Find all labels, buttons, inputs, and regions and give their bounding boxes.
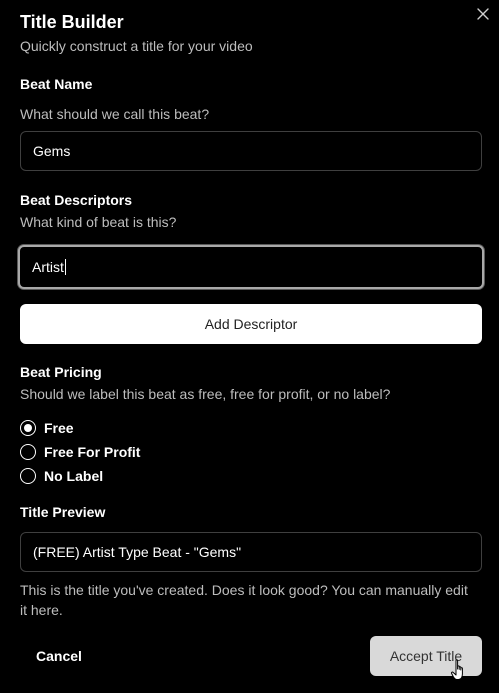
beat-descriptor-input[interactable]: Artist (18, 245, 484, 289)
beat-descriptors-label: Beat Descriptors (20, 192, 133, 208)
close-icon (477, 8, 489, 20)
title-preview-input[interactable]: (FREE) Artist Type Beat - "Gems" (20, 532, 482, 572)
beat-name-label: Beat Name (20, 76, 93, 92)
beat-descriptors-help: What kind of beat is this? (20, 214, 177, 230)
dialog-subtitle: Quickly construct a title for your video (20, 38, 253, 54)
text-caret (64, 259, 66, 275)
title-preview-value: (FREE) Artist Type Beat - "Gems" (33, 544, 242, 560)
beat-name-input[interactable]: Gems (20, 131, 482, 171)
dialog-title: Title Builder (20, 12, 124, 32)
radio-selected[interactable] (20, 420, 36, 436)
accept-title-button[interactable]: Accept Title (370, 636, 482, 676)
radio-unselected[interactable] (20, 468, 36, 484)
pricing-option-no-label[interactable]: No Label (20, 466, 103, 486)
beat-descriptor-value: Artist (32, 259, 64, 275)
pricing-option-free-for-profit[interactable]: Free For Profit (20, 442, 140, 462)
add-descriptor-button[interactable]: Add Descriptor (20, 304, 482, 344)
close-button[interactable] (475, 6, 491, 22)
title-preview-help: This is the title you've created. Does i… (20, 582, 468, 618)
radio-unselected[interactable] (20, 444, 36, 460)
beat-name-value: Gems (33, 143, 71, 159)
pricing-option-label: Free For Profit (44, 444, 141, 460)
title-preview-label: Title Preview (20, 504, 106, 520)
cancel-button[interactable]: Cancel (36, 648, 82, 664)
beat-name-help: What should we call this beat? (20, 106, 210, 122)
beat-pricing-label: Beat Pricing (20, 364, 102, 380)
pricing-option-label: Free (44, 420, 74, 436)
pricing-option-free[interactable]: Free (20, 418, 74, 438)
pricing-option-label: No Label (44, 468, 104, 484)
beat-pricing-help: Should we label this beat as free, free … (20, 386, 391, 402)
